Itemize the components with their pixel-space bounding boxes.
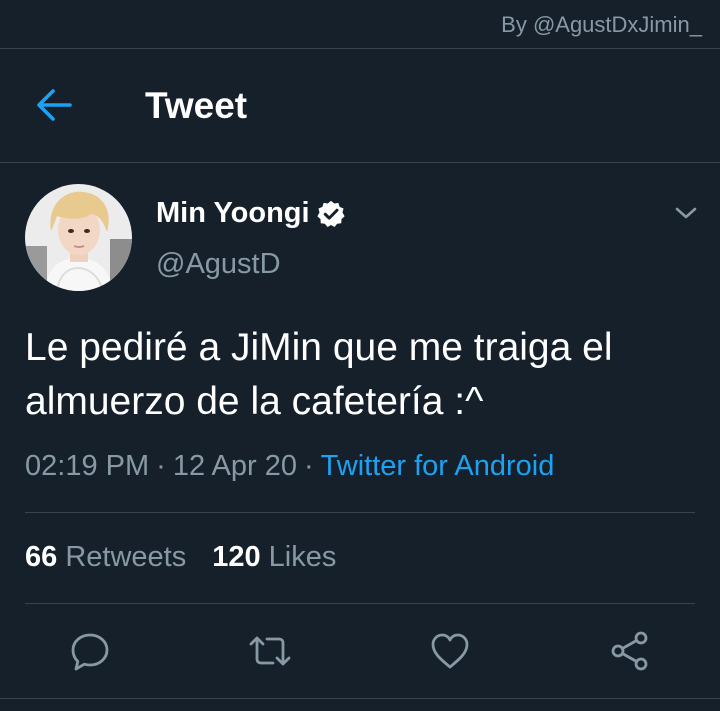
verified-badge-icon	[316, 199, 346, 229]
tweet-text-line: almuerzo de la cafetería :^	[25, 380, 484, 423]
divider	[0, 698, 720, 699]
page-title: Tweet	[145, 85, 248, 126]
likes-stat[interactable]: 120 Likes	[212, 541, 336, 573]
reply-icon[interactable]	[67, 628, 113, 674]
retweets-stat[interactable]: 66 Retweets	[25, 541, 186, 573]
action-bar	[0, 628, 720, 674]
arrow-left-icon[interactable]	[34, 86, 74, 124]
meta-separator: ·	[303, 450, 314, 482]
tweet-text: Le pediré a JiMin que me traiga el almue…	[25, 321, 705, 429]
share-icon[interactable]	[607, 628, 653, 674]
divider	[25, 512, 695, 513]
tweet-text-line: Le pediré a JiMin que me traiga el	[25, 326, 613, 369]
avatar[interactable]	[25, 184, 132, 291]
tweet-source-link[interactable]: Twitter for Android	[321, 450, 555, 482]
header-bar: Tweet	[0, 49, 720, 162]
header-divider	[0, 162, 720, 163]
author-handle[interactable]: @AgustD	[156, 248, 281, 281]
likes-label: Likes	[268, 541, 337, 573]
retweets-count: 66	[25, 541, 58, 573]
like-icon[interactable]	[427, 628, 473, 674]
divider	[25, 603, 695, 604]
tweet-stats: 66 Retweets 120 Likes	[25, 541, 336, 574]
credit-text: By @AgustDxJimin_	[501, 12, 702, 37]
tweet-time[interactable]: 02:19 PM	[25, 450, 149, 482]
author-name[interactable]: Min Yoongi	[156, 197, 310, 230]
tweet-date[interactable]: 12 Apr 20	[173, 450, 297, 482]
retweets-label: Retweets	[65, 541, 187, 573]
chevron-down-icon[interactable]	[673, 203, 699, 223]
likes-count: 120	[212, 541, 261, 573]
tweet-meta: 02:19 PM · 12 Apr 20 · Twitter for Android	[25, 450, 554, 483]
meta-separator: ·	[156, 450, 166, 482]
retweet-icon[interactable]	[247, 628, 293, 674]
